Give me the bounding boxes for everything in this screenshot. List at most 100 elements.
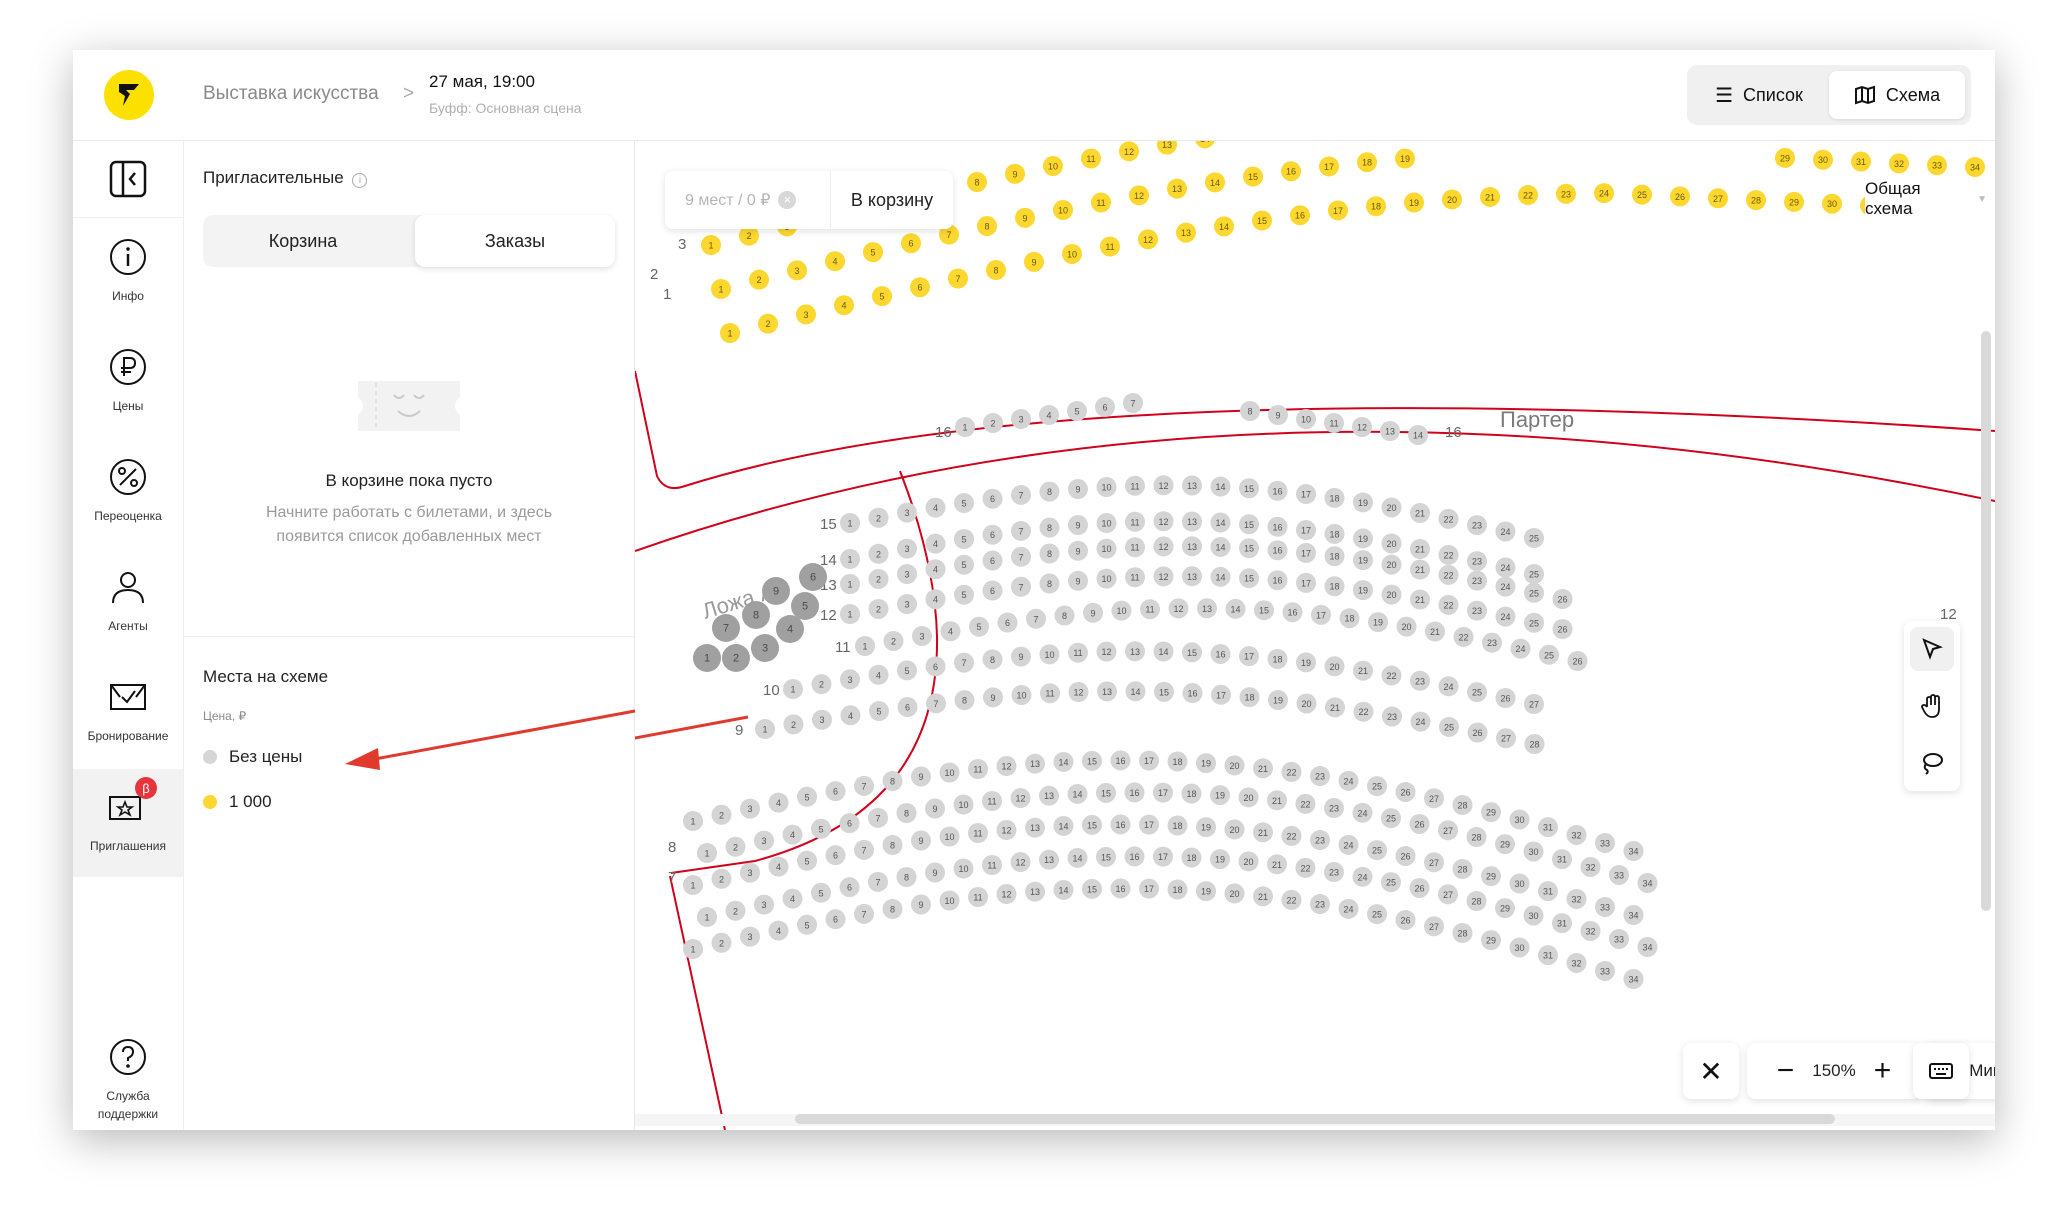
seat[interactable]: 28 bbox=[1452, 922, 1473, 943]
seat[interactable]: 22 bbox=[1295, 857, 1316, 878]
seat[interactable]: 21 bbox=[1425, 621, 1445, 642]
seat[interactable]: 3 bbox=[1011, 409, 1031, 429]
seat[interactable]: 30 bbox=[1509, 937, 1530, 958]
pan-tool-button[interactable] bbox=[1910, 684, 1954, 728]
seat[interactable]: 4 bbox=[1039, 405, 1059, 425]
seat[interactable]: 20 bbox=[1324, 656, 1345, 677]
seat[interactable]: 7 bbox=[948, 268, 968, 289]
seat[interactable]: 11 bbox=[968, 822, 988, 843]
seat[interactable]: 14 bbox=[1214, 216, 1234, 237]
seat[interactable]: 11 bbox=[1125, 475, 1145, 496]
seat[interactable]: 9 bbox=[911, 894, 931, 915]
seat[interactable]: 10 bbox=[1296, 409, 1316, 429]
seat[interactable]: 6 bbox=[825, 845, 846, 866]
seat[interactable]: 10 bbox=[1043, 155, 1063, 176]
seat[interactable]: 18 bbox=[1324, 487, 1345, 508]
seat[interactable]: 4 bbox=[825, 251, 845, 272]
seat[interactable]: 12 bbox=[1129, 185, 1149, 206]
seat[interactable]: 6 bbox=[982, 550, 1003, 571]
seat-map[interactable]: Партер Ложа А 1 2 3 4 5 6 7 8 9 10 11 12 13 14 15 16 17 1… bbox=[635, 141, 1995, 1130]
seat[interactable]: 17 bbox=[1153, 782, 1173, 803]
seat[interactable]: 18 bbox=[1324, 523, 1345, 544]
seat[interactable]: 27 bbox=[1424, 788, 1444, 809]
seat[interactable]: 18 bbox=[1167, 879, 1188, 900]
seat[interactable]: 26 bbox=[1395, 781, 1416, 802]
seat[interactable]: 16 bbox=[1267, 570, 1288, 591]
seat[interactable]: 26 bbox=[1409, 877, 1430, 898]
seat[interactable]: 32 bbox=[1566, 824, 1587, 845]
seat[interactable]: 3 bbox=[840, 669, 860, 690]
seat[interactable]: 13 bbox=[1025, 817, 1045, 838]
seat[interactable]: 20 bbox=[1396, 616, 1417, 637]
seat[interactable]: 10 bbox=[1111, 600, 1132, 621]
seat[interactable]: 15 bbox=[1096, 846, 1116, 867]
seat[interactable]: 1 bbox=[955, 417, 975, 437]
seat[interactable]: 8 bbox=[882, 899, 903, 920]
seat[interactable]: 16 bbox=[1267, 540, 1288, 561]
seat[interactable]: 2 bbox=[868, 568, 889, 589]
seat[interactable]: 22 bbox=[1281, 889, 1302, 910]
select-tool-button[interactable] bbox=[1910, 627, 1954, 672]
seat[interactable]: 4 bbox=[868, 664, 889, 685]
seat[interactable]: 25 bbox=[1524, 612, 1544, 633]
seat[interactable]: 5 bbox=[797, 850, 817, 871]
seat[interactable]: 9 bbox=[1024, 251, 1044, 272]
seat[interactable]: 2 bbox=[868, 543, 889, 564]
seat[interactable]: 23 bbox=[1410, 670, 1430, 691]
seat[interactable]: 27 bbox=[1438, 884, 1458, 905]
seat[interactable]: 7 bbox=[1026, 608, 1046, 629]
seat[interactable]: 11 bbox=[1040, 683, 1060, 704]
seat[interactable]: 20 bbox=[1224, 883, 1245, 904]
seat[interactable]: 16 bbox=[1110, 878, 1131, 899]
seat[interactable]: 23 bbox=[1382, 706, 1402, 727]
overview-select[interactable]: Общая схема ▼ bbox=[1865, 177, 1987, 221]
seat[interactable]: 10 bbox=[1096, 513, 1117, 534]
seat[interactable]: 10 bbox=[1039, 644, 1060, 665]
seat[interactable]: 5 bbox=[811, 818, 831, 839]
seat[interactable]: 17 bbox=[1153, 846, 1173, 867]
seat[interactable]: 1 bbox=[840, 549, 860, 569]
seat[interactable]: 33 bbox=[1595, 832, 1615, 853]
seat[interactable]: 8 bbox=[882, 835, 903, 856]
seat[interactable]: 10 bbox=[1096, 477, 1117, 498]
seat[interactable]: 18 bbox=[1267, 648, 1288, 669]
seat[interactable]: 8 bbox=[1039, 481, 1060, 502]
seat[interactable]: 2 bbox=[711, 932, 732, 953]
seat[interactable]: 17 bbox=[1296, 484, 1316, 505]
seat[interactable]: 16 bbox=[1282, 602, 1303, 623]
seat[interactable]: 25 bbox=[1524, 528, 1544, 548]
seat[interactable]: 13 bbox=[1176, 222, 1196, 243]
seat[interactable]: 9 bbox=[1068, 515, 1088, 536]
seat[interactable]: 14 bbox=[1210, 536, 1231, 557]
seat[interactable]: 13 bbox=[1167, 178, 1187, 199]
seat[interactable]: 15 bbox=[1182, 642, 1202, 663]
seat[interactable]: 9 bbox=[1268, 405, 1288, 425]
seat[interactable]: 21 bbox=[1253, 758, 1273, 779]
seat[interactable]: 1 bbox=[855, 636, 875, 656]
seat[interactable]: 25 bbox=[1381, 872, 1401, 893]
seat[interactable]: 14 bbox=[1067, 783, 1088, 804]
seat[interactable]: 7 bbox=[1011, 576, 1031, 597]
seat[interactable]: 6 bbox=[897, 697, 918, 718]
zoom-in-button[interactable]: + bbox=[1874, 1056, 1892, 1086]
seat[interactable]: 33 bbox=[1609, 864, 1629, 885]
seat[interactable]: 20 bbox=[1296, 693, 1317, 714]
seat[interactable]: 2 bbox=[725, 900, 746, 921]
seat[interactable]: 13 bbox=[1039, 849, 1059, 870]
seat[interactable]: 13 bbox=[1380, 421, 1400, 441]
seat[interactable]: 11 bbox=[1125, 511, 1145, 532]
seat[interactable]: 17 bbox=[1296, 542, 1316, 563]
seat[interactable]: 12 bbox=[996, 820, 1017, 841]
seat[interactable]: 13 bbox=[1182, 536, 1202, 557]
seat[interactable]: 21 bbox=[1325, 697, 1345, 718]
seat[interactable]: 34 bbox=[1623, 905, 1644, 925]
seat[interactable]: 10 bbox=[1096, 538, 1117, 559]
view-scheme-button[interactable]: Схема bbox=[1829, 71, 1965, 119]
seat[interactable]: 26 bbox=[1670, 186, 1690, 207]
seat[interactable]: 3 bbox=[897, 502, 917, 523]
seat[interactable]: 13 bbox=[1125, 641, 1145, 662]
seat[interactable]: 2 bbox=[883, 630, 904, 651]
seat[interactable]: 25 bbox=[1367, 904, 1387, 925]
seat[interactable]: 4 bbox=[840, 705, 861, 726]
seat[interactable]: 3 bbox=[787, 260, 807, 281]
